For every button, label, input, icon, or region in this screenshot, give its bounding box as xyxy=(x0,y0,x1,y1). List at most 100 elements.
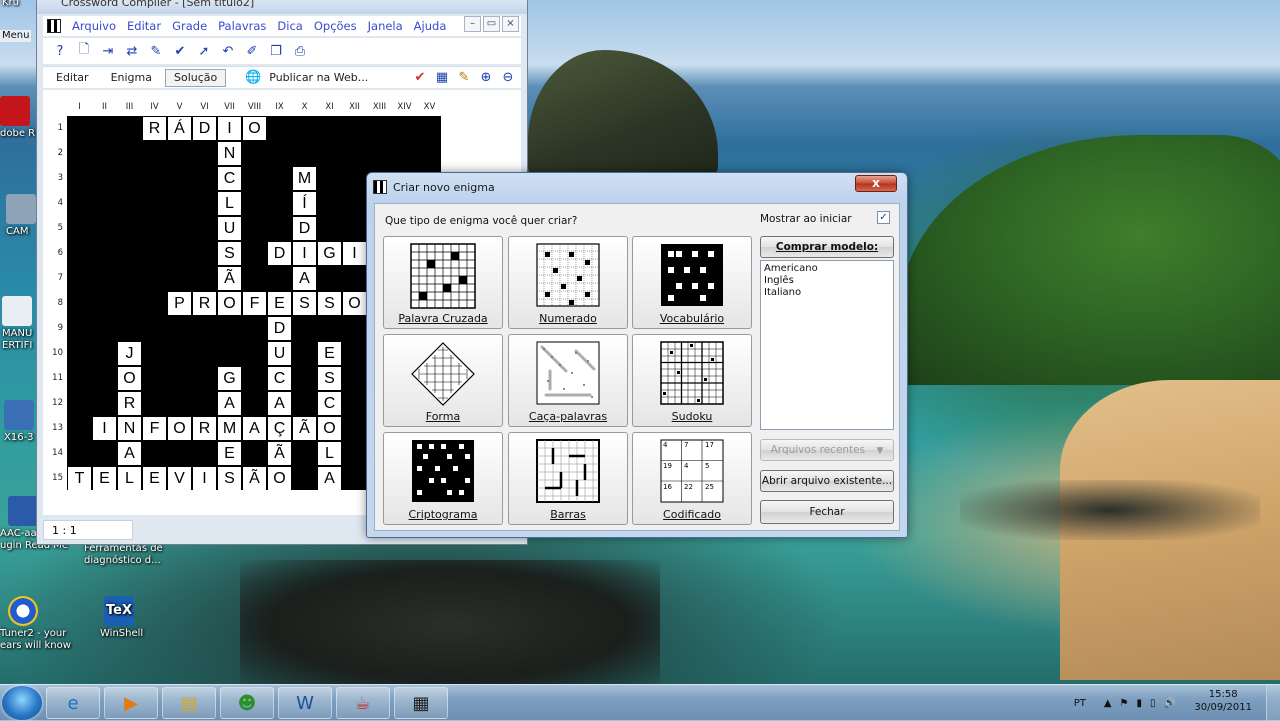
crossword-cell[interactable]: F xyxy=(143,417,166,440)
tile-barras[interactable]: Barras xyxy=(508,432,628,525)
crossword-cell[interactable]: S xyxy=(293,292,316,315)
crossword-cell[interactable]: I xyxy=(93,417,116,440)
menu-arquivo[interactable]: Arquivo xyxy=(72,19,116,33)
model-item[interactable]: Americano xyxy=(764,263,890,275)
tile-sudoku[interactable]: Sudoku xyxy=(632,334,752,427)
tile-forma[interactable]: Forma xyxy=(383,334,503,427)
desktop-icon-ferramentas[interactable]: Ferramentas de diagnóstico d... xyxy=(84,543,166,567)
crossword-cell[interactable]: Ã xyxy=(268,442,291,465)
taskbar-word-button[interactable]: W xyxy=(278,687,332,719)
crossword-cell[interactable]: G xyxy=(218,367,241,390)
model-item[interactable]: Inglês xyxy=(764,275,890,287)
language-indicator[interactable]: PT xyxy=(1074,698,1086,709)
spell-icon[interactable]: ✎ xyxy=(147,42,165,60)
insert-icon[interactable]: ⇥ xyxy=(99,42,117,60)
zoom-out-icon[interactable]: ⊖ xyxy=(499,69,517,87)
buy-model-button[interactable]: Comprar modelo: xyxy=(760,236,894,258)
crossword-cell[interactable]: O xyxy=(243,117,266,140)
close-button[interactable]: × xyxy=(502,16,519,32)
crossword-cell[interactable]: I xyxy=(218,117,241,140)
crossword-cell[interactable]: I xyxy=(343,242,366,265)
crossword-cell[interactable]: T xyxy=(68,467,91,490)
crossword-cell[interactable]: D xyxy=(193,117,216,140)
minimize-button[interactable]: – xyxy=(464,16,481,32)
desktop-icon-kru[interactable]: Kru xyxy=(2,0,19,9)
checkmark-icon[interactable]: ✔ xyxy=(411,69,429,87)
zoom-in-icon[interactable]: ⊕ xyxy=(477,69,495,87)
crossword-cell[interactable]: D xyxy=(293,217,316,240)
crossword-cell[interactable]: Í xyxy=(293,192,316,215)
crossword-cell[interactable]: R xyxy=(193,292,216,315)
crossword-cell[interactable]: E xyxy=(93,467,116,490)
crossword-cell[interactable]: L xyxy=(218,192,241,215)
crossword-cell[interactable]: D xyxy=(268,317,291,340)
menu-janela[interactable]: Janela xyxy=(368,19,403,33)
tile-vocabulario[interactable]: Vocabulário xyxy=(632,236,752,329)
calculator-icon[interactable]: ▦ xyxy=(433,69,451,87)
crossword-cell[interactable]: U xyxy=(218,217,241,240)
tile-criptograma[interactable]: Criptograma xyxy=(383,432,503,525)
tile-numerado[interactable]: Numerado xyxy=(508,236,628,329)
dialog-close-button[interactable]: x xyxy=(855,175,897,192)
crossword-cell[interactable]: A xyxy=(268,392,291,415)
crossword-cell[interactable]: E xyxy=(268,292,291,315)
crossword-cell[interactable]: M xyxy=(218,417,241,440)
crossword-cell[interactable]: F xyxy=(243,292,266,315)
crossword-cell[interactable]: R xyxy=(118,392,141,415)
arrow-icon[interactable]: ➚ xyxy=(195,42,213,60)
taskbar-explorer-button[interactable]: ▤ xyxy=(162,687,216,719)
menu-editar[interactable]: Editar xyxy=(127,19,161,33)
crossword-cell[interactable]: S xyxy=(318,292,341,315)
crossword-cell[interactable]: Ã xyxy=(243,467,266,490)
crossword-cell[interactable]: L xyxy=(118,467,141,490)
crossword-cell[interactable]: L xyxy=(318,442,341,465)
desktop-icon-menu[interactable]: Menu xyxy=(0,30,32,42)
taskbar-java-button[interactable]: ☕ xyxy=(336,687,390,719)
check-icon[interactable]: ✔ xyxy=(171,42,189,60)
main-window-titlebar[interactable]: Crossword Compiler - [Sem título2] xyxy=(37,0,527,14)
restore-button[interactable]: ▭ xyxy=(483,16,500,32)
copy-icon[interactable]: ❐ xyxy=(267,42,285,60)
recent-files-button[interactable]: Arquivos recentes ▼ xyxy=(760,439,894,461)
battery-icon[interactable]: ▯ xyxy=(1150,698,1156,709)
crossword-cell[interactable]: G xyxy=(318,242,341,265)
menu-opcoes[interactable]: Opções xyxy=(314,19,357,33)
crossword-cell[interactable]: N xyxy=(218,142,241,165)
crossword-cell[interactable]: A xyxy=(218,392,241,415)
crossword-cell[interactable]: S xyxy=(318,367,341,390)
app-icon[interactable] xyxy=(47,19,61,33)
crossword-cell[interactable]: O xyxy=(343,292,366,315)
model-item[interactable]: Italiano xyxy=(764,287,890,299)
taskbar-internet-explorer-button[interactable]: e xyxy=(46,687,100,719)
pencil-icon[interactable]: ✎ xyxy=(455,69,473,87)
crossword-cell[interactable]: Ã xyxy=(293,417,316,440)
crossword-cell[interactable]: D xyxy=(268,242,291,265)
network-icon[interactable]: ▮ xyxy=(1137,698,1143,709)
crossword-cell[interactable]: P xyxy=(168,292,191,315)
print-icon[interactable]: ⎙ xyxy=(291,42,309,60)
crossword-cell[interactable]: O xyxy=(268,467,291,490)
crossword-cell[interactable]: I xyxy=(193,467,216,490)
desktop-icon-tuner[interactable]: Tuner2 - your ears will know xyxy=(0,596,76,652)
tab-solucao[interactable]: Solução xyxy=(165,68,227,87)
tile-codificado[interactable]: 4 7 17 19 4 5 16 22 25 Codificado xyxy=(632,432,752,525)
taskbar-media-player-button[interactable]: ▶ xyxy=(104,687,158,719)
new-icon[interactable]: 🗋 xyxy=(75,42,93,60)
start-button[interactable] xyxy=(2,686,42,720)
tab-enigma[interactable]: Enigma xyxy=(102,69,161,87)
crossword-cell[interactable]: E xyxy=(218,442,241,465)
crossword-cell[interactable]: Ã xyxy=(218,267,241,290)
volume-icon[interactable]: 🔊 xyxy=(1164,698,1176,709)
desktop-icon-adobe[interactable]: dobe R xyxy=(0,96,35,140)
crossword-cell[interactable]: A xyxy=(293,267,316,290)
crossword-cell[interactable]: O xyxy=(168,417,191,440)
menu-dica[interactable]: Dica xyxy=(277,19,302,33)
desktop-icon-winshell[interactable]: TeX WinShell xyxy=(100,596,160,640)
crossword-cell[interactable]: R xyxy=(193,417,216,440)
crossword-cell[interactable]: S xyxy=(218,467,241,490)
show-desktop-button[interactable] xyxy=(1266,685,1280,721)
taskbar-messenger-button[interactable]: ☻ xyxy=(220,687,274,719)
crossword-cell[interactable]: S xyxy=(218,242,241,265)
crossword-cell[interactable]: V xyxy=(168,467,191,490)
desktop-icon-x16[interactable]: X16-3 xyxy=(4,400,34,444)
